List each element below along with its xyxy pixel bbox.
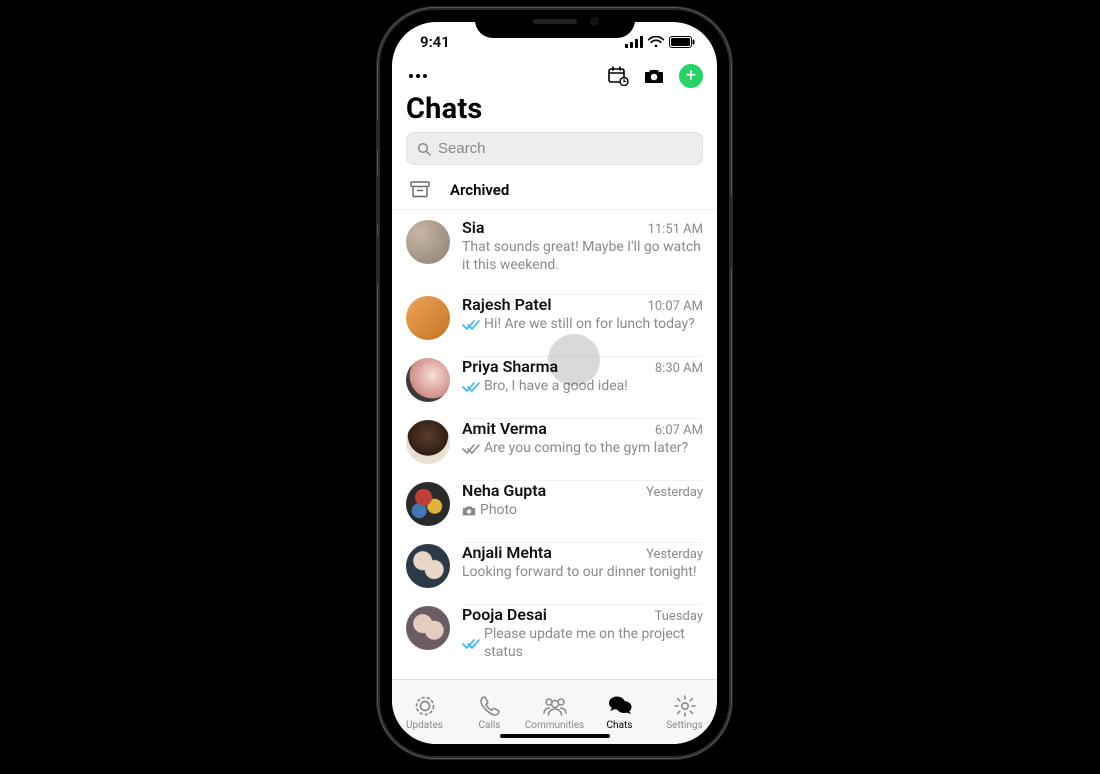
search-field[interactable] (406, 132, 703, 165)
status-time: 9:41 (420, 33, 450, 51)
chat-row[interactable]: Rajesh Patel 10:07 AM Hi! Are we still o… (392, 286, 717, 348)
photo-icon (462, 505, 476, 517)
tab-label: Updates (406, 720, 443, 731)
chat-name: Rajesh Patel (462, 295, 552, 314)
chat-preview: Please update me on the project status (484, 626, 703, 661)
home-indicator[interactable] (500, 734, 610, 738)
battery-icon (669, 36, 695, 48)
volume-down-button (376, 235, 380, 285)
read-ticks-icon (462, 638, 480, 650)
speaker-grille (533, 19, 577, 24)
volume-up-button (376, 175, 380, 225)
avatar[interactable] (406, 544, 450, 588)
power-button (729, 195, 733, 269)
toolbar: + (392, 62, 717, 90)
new-chat-button[interactable]: + (679, 64, 703, 88)
chat-preview: Hi! Are we still on for lunch today? (484, 316, 703, 334)
chat-time: 11:51 AM (648, 222, 703, 237)
calls-icon (478, 694, 502, 718)
avatar[interactable] (406, 358, 450, 402)
chat-preview: Photo (480, 502, 703, 520)
notch (475, 10, 635, 38)
tab-label: Settings (666, 720, 703, 731)
updates-icon (413, 694, 437, 718)
chat-time: 8:30 AM (655, 361, 703, 376)
chat-preview: Bro, I have a good idea! (484, 378, 703, 396)
chat-time: 6:07 AM (655, 423, 703, 438)
chat-row[interactable]: Anjali Mehta Yesterday Looking forward t… (392, 534, 717, 596)
avatar[interactable] (406, 482, 450, 526)
settings-icon (673, 694, 697, 718)
avatar[interactable] (406, 296, 450, 340)
avatar[interactable] (406, 420, 450, 464)
tab-label: Communities (525, 720, 584, 731)
search-icon (417, 142, 431, 156)
avatar[interactable] (406, 606, 450, 650)
chat-name: Anjali Mehta (462, 543, 552, 562)
read-ticks-icon (462, 381, 480, 393)
chat-row[interactable]: Pooja Desai Tuesday Please update me on … (392, 596, 717, 668)
chat-time: Yesterday (646, 547, 703, 562)
tab-settings[interactable]: Settings (652, 680, 717, 744)
chat-name: Priya Sharma (462, 357, 558, 376)
chat-name: Neha Gupta (462, 481, 546, 500)
delivered-ticks-icon (462, 443, 480, 455)
chat-name: Pooja Desai (462, 605, 547, 624)
chat-preview: Looking forward to our dinner tonight! (462, 564, 703, 582)
page-title: Chats (392, 90, 717, 132)
search-input[interactable] (436, 139, 692, 158)
chat-name: Amit Verma (462, 419, 547, 438)
archive-icon (410, 181, 430, 199)
silent-switch (376, 120, 380, 150)
phone-frame: 9:41 (380, 10, 729, 756)
chat-preview: Are you coming to the gym later? (484, 440, 703, 458)
archived-label: Archived (450, 181, 509, 199)
more-button[interactable] (406, 74, 430, 78)
archived-row[interactable]: Archived (392, 171, 717, 210)
camera-icon[interactable] (643, 67, 665, 85)
chat-row[interactable]: Neha Gupta Yesterday Photo (392, 472, 717, 534)
screen: 9:41 (392, 22, 717, 744)
wifi-icon (648, 36, 664, 48)
tab-label: Chats (607, 720, 633, 731)
selfie-camera (590, 17, 599, 26)
chat-time: 10:07 AM (648, 299, 703, 314)
chat-time: Yesterday (646, 485, 703, 500)
chats-icon (607, 694, 633, 718)
read-ticks-icon (462, 319, 480, 331)
plus-icon: + (686, 67, 696, 85)
chat-row[interactable]: Amit Verma 6:07 AM Are you coming to the… (392, 410, 717, 472)
chat-time: Tuesday (655, 609, 703, 624)
calendar-icon[interactable] (607, 66, 629, 86)
chat-list[interactable]: Sia 11:51 AM That sounds great! Maybe I'… (392, 210, 717, 668)
chat-row[interactable]: Sia 11:51 AM That sounds great! Maybe I'… (392, 210, 717, 286)
communities-icon (541, 694, 569, 718)
avatar[interactable] (406, 220, 450, 264)
chat-row[interactable]: Priya Sharma 8:30 AM Bro, I have a good … (392, 348, 717, 410)
chat-name: Sia (462, 218, 485, 237)
chat-preview: That sounds great! Maybe I'll go watch i… (462, 239, 703, 274)
tab-label: Calls (479, 720, 501, 731)
tab-updates[interactable]: Updates (392, 680, 457, 744)
signal-icon (625, 36, 643, 48)
